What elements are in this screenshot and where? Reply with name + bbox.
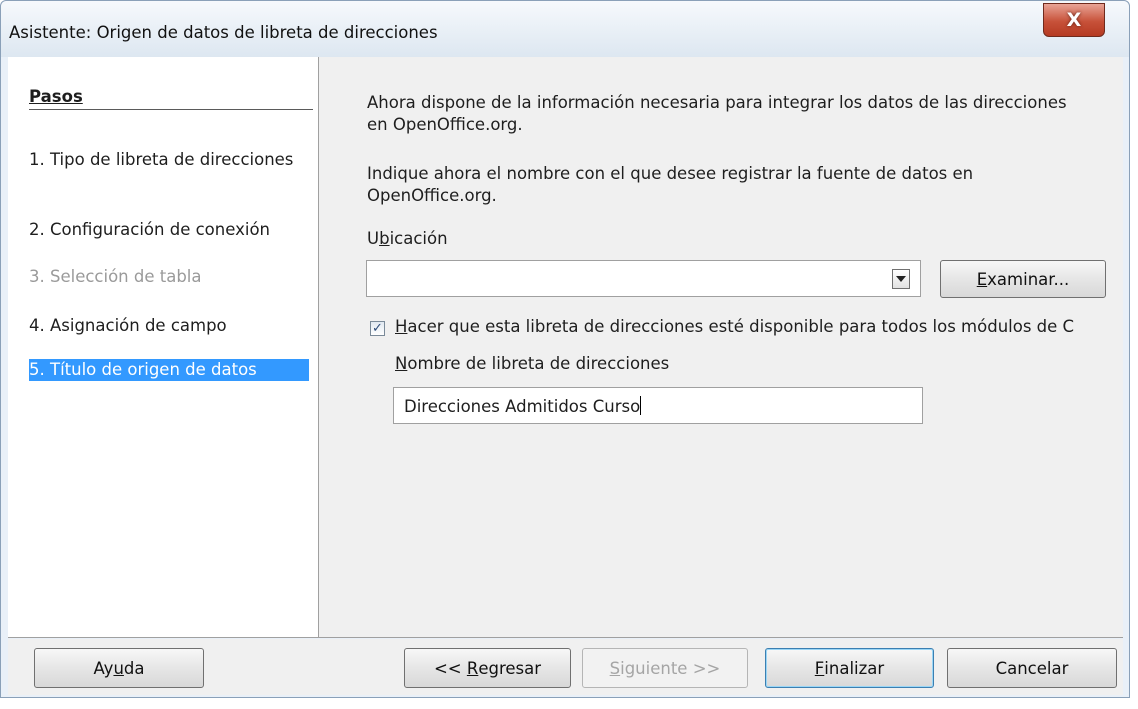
make-available-checkbox[interactable]: ✓: [370, 321, 385, 336]
next-button: Siguiente >>: [582, 648, 748, 688]
checkmark-icon: ✓: [372, 321, 383, 336]
browse-button[interactable]: Examinar...: [940, 260, 1106, 298]
button-bar: Ay u da << Regresar Siguiente >> Finalizar…: [8, 639, 1123, 695]
close-button[interactable]: X: [1043, 3, 1105, 37]
title-bar[interactable]: Asistente: Origen de datos de libreta de…: [1, 1, 1129, 57]
content-panel: Ahora dispone de la información necesari…: [319, 57, 1123, 637]
step-field-assignment[interactable]: 4. Asignación de campo: [29, 315, 312, 337]
location-label: Ubicación: [367, 229, 448, 248]
address-book-name-input[interactable]: Direcciones Admitidos Curso: [393, 387, 923, 424]
cancel-button[interactable]: Cancelar: [947, 648, 1117, 688]
step-address-book-type[interactable]: 1. Tipo de libreta de direcciones: [29, 149, 312, 171]
back-button[interactable]: << Regresar: [404, 648, 571, 688]
step-connection-settings[interactable]: 2. Configuración de conexión: [29, 219, 312, 241]
steps-heading: Pasos: [29, 87, 313, 110]
location-combobox[interactable]: [366, 260, 921, 297]
make-available-label[interactable]: Hacer que esta libreta de direcciones es…: [395, 317, 1125, 336]
finish-button[interactable]: Finalizar: [765, 648, 934, 688]
close-icon: X: [1066, 9, 1082, 31]
step-table-selection: 3. Selección de tabla: [29, 267, 202, 286]
intro-text: Ahora dispone de la información necesari…: [367, 93, 1067, 134]
chevron-down-icon[interactable]: [892, 269, 910, 289]
client-area: Pasos 1. Tipo de libreta de direcciones …: [8, 57, 1123, 637]
address-book-name-label: Nombre de libreta de direcciones: [395, 354, 670, 373]
help-button[interactable]: Ay u da: [34, 648, 204, 688]
window-title: Asistente: Origen de datos de libreta de…: [9, 23, 438, 42]
steps-panel: Pasos 1. Tipo de libreta de direcciones …: [8, 57, 319, 637]
wizard-window: Asistente: Origen de datos de libreta de…: [0, 0, 1130, 698]
instruction-text: Indique ahora el nombre con el que desee…: [367, 164, 974, 205]
step-data-source-title[interactable]: 5. Título de origen de datos: [29, 359, 309, 381]
